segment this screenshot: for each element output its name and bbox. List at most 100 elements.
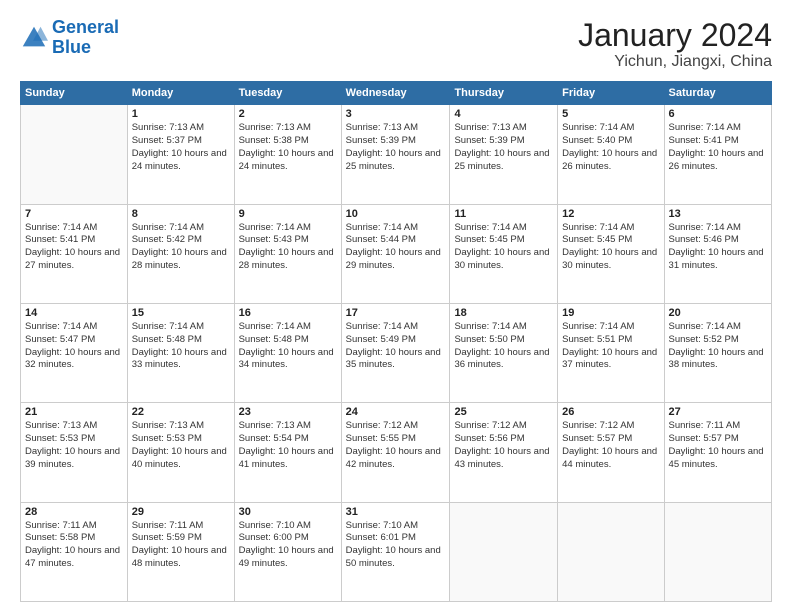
- calendar-cell: 31 Sunrise: 7:10 AMSunset: 6:01 PMDaylig…: [341, 502, 450, 601]
- day-detail: Sunrise: 7:13 AMSunset: 5:39 PMDaylight:…: [346, 122, 446, 173]
- day-detail: Sunrise: 7:13 AMSunset: 5:38 PMDaylight:…: [239, 122, 337, 173]
- calendar-cell: 18 Sunrise: 7:14 AMSunset: 5:50 PMDaylig…: [450, 303, 558, 402]
- day-detail: Sunrise: 7:14 AMSunset: 5:51 PMDaylight:…: [562, 321, 659, 372]
- calendar-cell: [450, 502, 558, 601]
- day-number: 30: [239, 506, 337, 518]
- calendar-cell: 11 Sunrise: 7:14 AMSunset: 5:45 PMDaylig…: [450, 204, 558, 303]
- day-detail: Sunrise: 7:14 AMSunset: 5:42 PMDaylight:…: [132, 222, 230, 273]
- day-number: 3: [346, 108, 446, 120]
- page: General Blue January 2024 Yichun, Jiangx…: [0, 0, 792, 612]
- col-thursday: Thursday: [450, 82, 558, 105]
- day-detail: Sunrise: 7:14 AMSunset: 5:41 PMDaylight:…: [669, 122, 767, 173]
- day-detail: Sunrise: 7:14 AMSunset: 5:44 PMDaylight:…: [346, 222, 446, 273]
- day-detail: Sunrise: 7:10 AMSunset: 6:01 PMDaylight:…: [346, 520, 446, 571]
- calendar-week-1: 1 Sunrise: 7:13 AMSunset: 5:37 PMDayligh…: [21, 105, 772, 204]
- calendar-cell: 29 Sunrise: 7:11 AMSunset: 5:59 PMDaylig…: [127, 502, 234, 601]
- logo-line1: General: [52, 17, 119, 37]
- day-number: 28: [25, 506, 123, 518]
- title-block: January 2024 Yichun, Jiangxi, China: [578, 18, 772, 71]
- day-detail: Sunrise: 7:12 AMSunset: 5:57 PMDaylight:…: [562, 420, 659, 471]
- col-sunday: Sunday: [21, 82, 128, 105]
- calendar-cell: 19 Sunrise: 7:14 AMSunset: 5:51 PMDaylig…: [558, 303, 664, 402]
- day-number: 31: [346, 506, 446, 518]
- calendar-cell: 8 Sunrise: 7:14 AMSunset: 5:42 PMDayligh…: [127, 204, 234, 303]
- calendar-cell: 21 Sunrise: 7:13 AMSunset: 5:53 PMDaylig…: [21, 403, 128, 502]
- calendar-cell: 24 Sunrise: 7:12 AMSunset: 5:55 PMDaylig…: [341, 403, 450, 502]
- calendar-cell: 9 Sunrise: 7:14 AMSunset: 5:43 PMDayligh…: [234, 204, 341, 303]
- calendar-week-3: 14 Sunrise: 7:14 AMSunset: 5:47 PMDaylig…: [21, 303, 772, 402]
- day-detail: Sunrise: 7:14 AMSunset: 5:48 PMDaylight:…: [132, 321, 230, 372]
- header: General Blue January 2024 Yichun, Jiangx…: [20, 18, 772, 71]
- day-number: 6: [669, 108, 767, 120]
- calendar-cell: 7 Sunrise: 7:14 AMSunset: 5:41 PMDayligh…: [21, 204, 128, 303]
- calendar-cell: 17 Sunrise: 7:14 AMSunset: 5:49 PMDaylig…: [341, 303, 450, 402]
- day-number: 14: [25, 307, 123, 319]
- day-number: 22: [132, 406, 230, 418]
- calendar-header-row: Sunday Monday Tuesday Wednesday Thursday…: [21, 82, 772, 105]
- day-detail: Sunrise: 7:10 AMSunset: 6:00 PMDaylight:…: [239, 520, 337, 571]
- calendar-cell: 22 Sunrise: 7:13 AMSunset: 5:53 PMDaylig…: [127, 403, 234, 502]
- day-detail: Sunrise: 7:14 AMSunset: 5:49 PMDaylight:…: [346, 321, 446, 372]
- calendar-cell: [21, 105, 128, 204]
- day-detail: Sunrise: 7:14 AMSunset: 5:52 PMDaylight:…: [669, 321, 767, 372]
- logo: General Blue: [20, 18, 119, 58]
- logo-icon: [20, 24, 48, 52]
- calendar-cell: 23 Sunrise: 7:13 AMSunset: 5:54 PMDaylig…: [234, 403, 341, 502]
- calendar-cell: 10 Sunrise: 7:14 AMSunset: 5:44 PMDaylig…: [341, 204, 450, 303]
- calendar-cell: 3 Sunrise: 7:13 AMSunset: 5:39 PMDayligh…: [341, 105, 450, 204]
- col-tuesday: Tuesday: [234, 82, 341, 105]
- calendar-cell: [664, 502, 771, 601]
- day-detail: Sunrise: 7:14 AMSunset: 5:45 PMDaylight:…: [562, 222, 659, 273]
- calendar-subtitle: Yichun, Jiangxi, China: [578, 53, 772, 71]
- day-detail: Sunrise: 7:13 AMSunset: 5:39 PMDaylight:…: [454, 122, 553, 173]
- day-number: 5: [562, 108, 659, 120]
- calendar-cell: 25 Sunrise: 7:12 AMSunset: 5:56 PMDaylig…: [450, 403, 558, 502]
- calendar-cell: [558, 502, 664, 601]
- calendar-cell: 14 Sunrise: 7:14 AMSunset: 5:47 PMDaylig…: [21, 303, 128, 402]
- calendar-week-5: 28 Sunrise: 7:11 AMSunset: 5:58 PMDaylig…: [21, 502, 772, 601]
- logo-text: General Blue: [52, 18, 119, 58]
- calendar-cell: 16 Sunrise: 7:14 AMSunset: 5:48 PMDaylig…: [234, 303, 341, 402]
- day-number: 13: [669, 208, 767, 220]
- day-detail: Sunrise: 7:13 AMSunset: 5:53 PMDaylight:…: [25, 420, 123, 471]
- day-number: 26: [562, 406, 659, 418]
- col-wednesday: Wednesday: [341, 82, 450, 105]
- day-number: 29: [132, 506, 230, 518]
- day-number: 19: [562, 307, 659, 319]
- calendar-cell: 6 Sunrise: 7:14 AMSunset: 5:41 PMDayligh…: [664, 105, 771, 204]
- calendar-cell: 4 Sunrise: 7:13 AMSunset: 5:39 PMDayligh…: [450, 105, 558, 204]
- calendar-cell: 1 Sunrise: 7:13 AMSunset: 5:37 PMDayligh…: [127, 105, 234, 204]
- day-number: 21: [25, 406, 123, 418]
- day-number: 1: [132, 108, 230, 120]
- calendar-cell: 26 Sunrise: 7:12 AMSunset: 5:57 PMDaylig…: [558, 403, 664, 502]
- day-number: 12: [562, 208, 659, 220]
- day-number: 9: [239, 208, 337, 220]
- calendar-week-4: 21 Sunrise: 7:13 AMSunset: 5:53 PMDaylig…: [21, 403, 772, 502]
- day-number: 20: [669, 307, 767, 319]
- day-detail: Sunrise: 7:11 AMSunset: 5:57 PMDaylight:…: [669, 420, 767, 471]
- day-detail: Sunrise: 7:13 AMSunset: 5:54 PMDaylight:…: [239, 420, 337, 471]
- day-detail: Sunrise: 7:11 AMSunset: 5:59 PMDaylight:…: [132, 520, 230, 571]
- day-detail: Sunrise: 7:14 AMSunset: 5:40 PMDaylight:…: [562, 122, 659, 173]
- day-number: 2: [239, 108, 337, 120]
- calendar-cell: 20 Sunrise: 7:14 AMSunset: 5:52 PMDaylig…: [664, 303, 771, 402]
- day-detail: Sunrise: 7:12 AMSunset: 5:55 PMDaylight:…: [346, 420, 446, 471]
- day-detail: Sunrise: 7:13 AMSunset: 5:53 PMDaylight:…: [132, 420, 230, 471]
- day-detail: Sunrise: 7:14 AMSunset: 5:48 PMDaylight:…: [239, 321, 337, 372]
- col-friday: Friday: [558, 82, 664, 105]
- day-number: 17: [346, 307, 446, 319]
- calendar-week-2: 7 Sunrise: 7:14 AMSunset: 5:41 PMDayligh…: [21, 204, 772, 303]
- day-number: 23: [239, 406, 337, 418]
- day-number: 25: [454, 406, 553, 418]
- col-monday: Monday: [127, 82, 234, 105]
- day-detail: Sunrise: 7:14 AMSunset: 5:50 PMDaylight:…: [454, 321, 553, 372]
- day-number: 15: [132, 307, 230, 319]
- calendar-cell: 5 Sunrise: 7:14 AMSunset: 5:40 PMDayligh…: [558, 105, 664, 204]
- calendar-cell: 27 Sunrise: 7:11 AMSunset: 5:57 PMDaylig…: [664, 403, 771, 502]
- calendar-table: Sunday Monday Tuesday Wednesday Thursday…: [20, 81, 772, 602]
- day-number: 8: [132, 208, 230, 220]
- day-detail: Sunrise: 7:14 AMSunset: 5:41 PMDaylight:…: [25, 222, 123, 273]
- day-number: 18: [454, 307, 553, 319]
- day-detail: Sunrise: 7:11 AMSunset: 5:58 PMDaylight:…: [25, 520, 123, 571]
- day-number: 24: [346, 406, 446, 418]
